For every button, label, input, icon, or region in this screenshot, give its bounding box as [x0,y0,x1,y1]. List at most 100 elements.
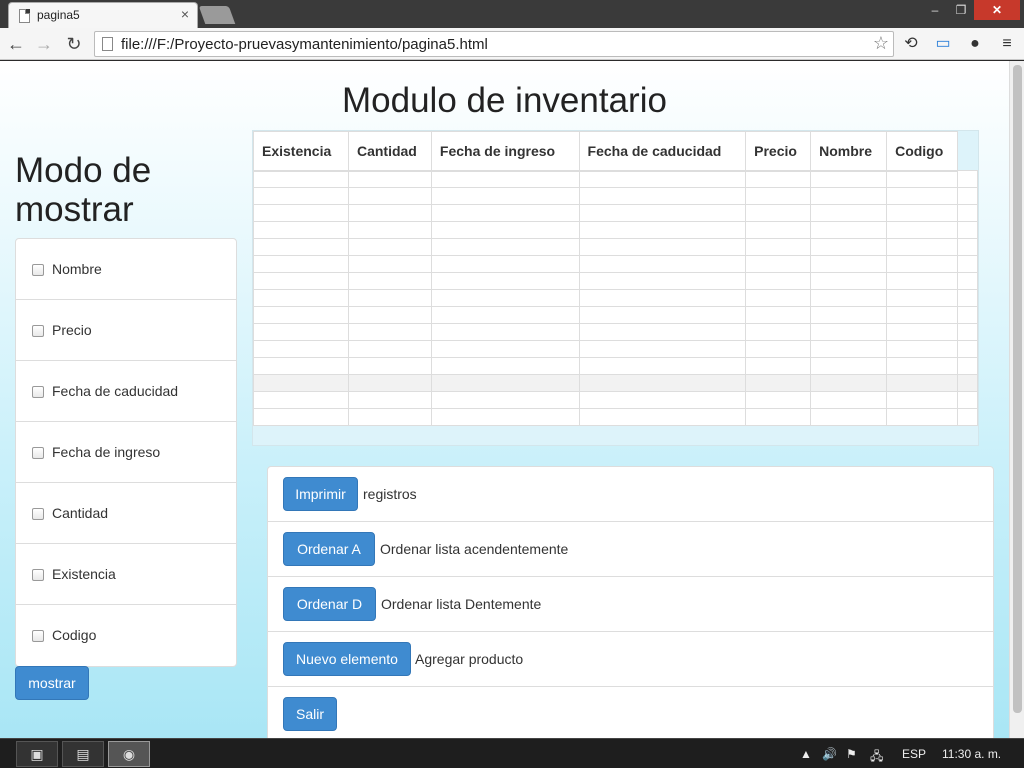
file-explorer-icon[interactable]: ▤ [62,741,104,767]
table-cell [253,170,349,188]
table-cell [810,255,888,273]
table-row [253,272,978,290]
table-cell [957,170,978,188]
table-row [253,408,978,426]
screen-extension-icon[interactable]: ▭ [932,34,954,54]
table-cell [430,204,580,222]
table-cell [810,374,888,392]
table-cell [886,357,959,375]
language-indicator[interactable]: ESP [902,747,926,761]
page-scrollbar[interactable] [1009,61,1024,738]
table-cell [430,187,580,205]
back-icon[interactable]: ← [4,32,28,56]
checkbox[interactable] [32,264,44,276]
table-cell [578,221,747,239]
checkbox[interactable] [32,630,44,642]
menu-icon[interactable]: ≡ [996,34,1018,54]
table-cell [578,323,747,341]
checkbox[interactable] [32,447,44,459]
scrollbar-thumb[interactable] [1013,65,1022,713]
table-cell [810,306,888,324]
table-cell [745,323,812,341]
table-cell [578,170,747,188]
table-cell [347,289,432,307]
column-header-fecha-ingreso[interactable]: Fecha de ingreso [430,131,580,172]
checkbox-item-existencia[interactable]: Existencia [16,544,236,605]
incognito-icon[interactable]: ● [964,34,986,54]
new-tab-button[interactable] [198,6,236,24]
reload-icon[interactable]: ↻ [62,32,86,56]
checkbox-item-fecha-ingreso[interactable]: Fecha de ingreso [16,422,236,483]
table-cell [430,170,580,188]
os-taskbar: ▣ ▤ ◉ ▲ 🔊 ⚑ 🖧 ESP 11:30 a. m. [0,738,1024,768]
minimize-icon[interactable]: – [922,0,948,20]
checkbox-item-codigo[interactable]: Codigo [16,605,236,666]
checkbox-item-fecha-caducidad[interactable]: Fecha de caducidad [16,361,236,422]
maximize-icon[interactable]: ❐ [948,0,974,20]
table-row [253,187,978,205]
table-cell [578,204,747,222]
table-cell [745,391,812,409]
tab-title: pagina5 [37,8,80,22]
table-cell [886,272,959,290]
page-title: Modulo de inventario [342,81,667,120]
browser-tab[interactable]: pagina5 × [8,2,198,28]
checkbox-item-cantidad[interactable]: Cantidad [16,483,236,544]
nuevo-elemento-button[interactable]: Nuevo elemento [283,642,411,676]
table-cell [745,374,812,392]
column-header-codigo[interactable]: Codigo [886,131,959,172]
checkbox-label: Fecha de caducidad [52,383,179,399]
checkbox[interactable] [32,508,44,520]
table-cell [578,340,747,358]
network-icon[interactable]: 🖧 [870,747,883,768]
table-cell [886,221,959,239]
checkbox-label: Precio [52,322,92,338]
tray-expand-icon[interactable]: ▲ [800,747,812,761]
column-header-nombre[interactable]: Nombre [810,131,888,172]
forward-icon[interactable]: → [32,32,56,56]
imprimir-button[interactable]: Imprimir [283,477,358,511]
mostrar-button[interactable]: mostrar [15,666,89,700]
checkbox[interactable] [32,569,44,581]
ordenar-a-button[interactable]: Ordenar A [283,532,375,566]
column-header-precio[interactable]: Precio [745,131,812,172]
ordenar-d-button[interactable]: Ordenar D [283,587,376,621]
bookmark-star-icon[interactable]: ☆ [873,33,889,54]
checkbox[interactable] [32,325,44,337]
action-row-imprimir: Imprimir registros [268,467,993,522]
table-cell [430,221,580,239]
column-header-existencia[interactable]: Existencia [253,131,349,172]
action-row-salir: Salir [268,687,993,738]
column-header-fecha-caducidad[interactable]: Fecha de caducidad [578,131,747,172]
table-cell [430,238,580,256]
clock[interactable]: 11:30 a. m. [942,747,1001,761]
table-cell [886,238,959,256]
sync-extension-icon[interactable]: ⟲ [900,34,922,54]
action-center-icon[interactable]: ⚑ [846,747,857,761]
table-cell [253,323,349,341]
address-bar[interactable]: file:///F:/Proyecto-pruevasymantenimient… [94,31,894,57]
checkbox-item-nombre[interactable]: Nombre [16,239,236,300]
url-text[interactable]: file:///F:/Proyecto-pruevasymantenimient… [121,36,488,53]
checkbox-item-precio[interactable]: Precio [16,300,236,361]
table-cell [347,357,432,375]
chrome-taskbar-icon[interactable]: ◉ [108,741,150,767]
checkbox-label: Existencia [52,566,116,582]
table-cell [430,255,580,273]
app-taskbar-icon[interactable]: ▣ [16,741,58,767]
table-cell [745,306,812,324]
table-row [253,238,978,256]
close-icon[interactable]: ✕ [974,0,1020,20]
table-cell [430,289,580,307]
column-header-cantidad[interactable]: Cantidad [347,131,432,172]
volume-icon[interactable]: 🔊 [822,747,837,761]
action-row-ordenar-a: Ordenar A Ordenar lista acendentemente [268,522,993,577]
checkbox[interactable] [32,386,44,398]
table-cell [347,323,432,341]
salir-button[interactable]: Salir [283,697,337,731]
checkbox-label: Fecha de ingreso [52,444,161,460]
table-cell [957,272,978,290]
table-cell [745,272,812,290]
table-cell [886,170,959,188]
tab-close-icon[interactable]: × [181,6,189,22]
